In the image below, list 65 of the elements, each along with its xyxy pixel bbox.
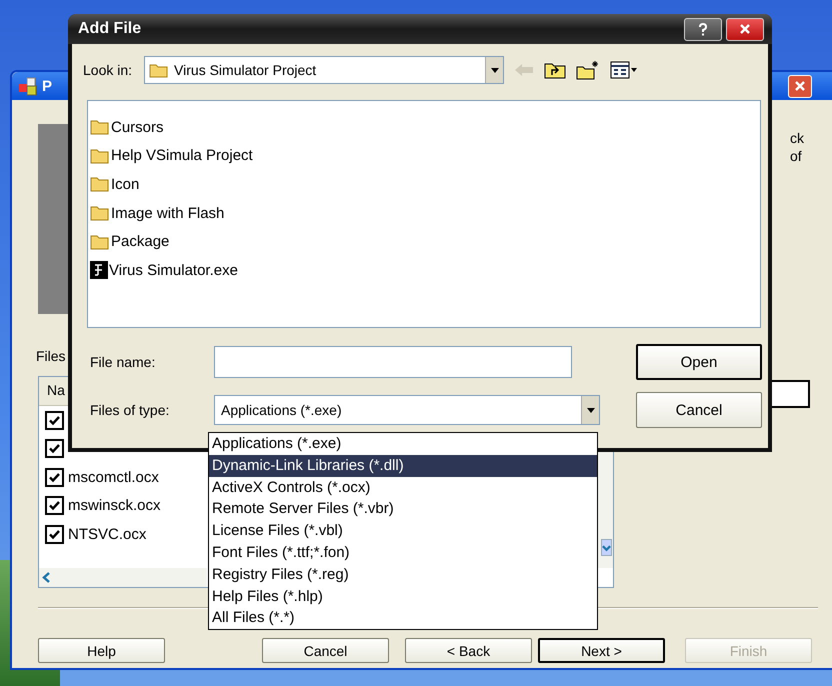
folder-icon (90, 205, 110, 222)
file-name-label: File name: (90, 354, 156, 370)
horizontal-scrollbar[interactable] (39, 568, 207, 587)
check-icon (48, 528, 61, 541)
scroll-down-button[interactable] (601, 539, 612, 556)
wizard-button[interactable]: Next > (538, 638, 665, 663)
check-icon (48, 470, 61, 484)
folder-icon (149, 62, 170, 78)
folder-icon (90, 148, 110, 164)
close-icon (739, 23, 751, 35)
up-folder-icon[interactable] (544, 61, 566, 79)
file-item[interactable]: Package (90, 227, 170, 256)
file-list[interactable]: Cursors Help VSimula Project Icon Image with Flash Package Virus Simulator.exe (87, 100, 761, 328)
file-type-option[interactable]: ActiveX Controls (*.ocx) (209, 476, 597, 498)
wizard-button[interactable]: < Back (405, 638, 532, 663)
check-icon (48, 442, 61, 456)
close-icon (794, 80, 806, 92)
file-type-option[interactable]: Registry Files (*.reg) (209, 564, 597, 586)
file-type-option[interactable]: Remote Server Files (*.vbr) (209, 498, 597, 520)
file-name: mscomctl.ocx (68, 468, 159, 486)
new-folder-icon[interactable] (576, 60, 600, 80)
program-icon (90, 261, 108, 280)
file-item[interactable]: Help VSimula Project (90, 142, 253, 170)
folder-icon (90, 176, 110, 192)
file-item[interactable]: Image with Flash (90, 198, 224, 228)
description-text: of (790, 147, 803, 165)
question-mark-icon (698, 22, 708, 36)
checkbox[interactable] (45, 468, 64, 487)
files-of-type-label: Files of type: (90, 402, 170, 418)
open-button[interactable]: Open (636, 344, 762, 380)
check-icon (48, 499, 61, 512)
file-type-dropdown[interactable]: Applications (*.exe) (214, 395, 600, 425)
checkbox[interactable] (45, 410, 64, 430)
files-label: Files (36, 348, 66, 364)
look-in-dropdown[interactable]: Virus Simulator Project (144, 56, 504, 84)
file-name: mswinsck.ocx (68, 497, 161, 514)
folder-icon (90, 119, 110, 136)
checkbox[interactable] (45, 524, 64, 544)
chevron-down-icon (602, 542, 611, 552)
file-item[interactable]: Cursors (90, 113, 164, 142)
cancel-button[interactable]: Cancel (636, 392, 762, 428)
checkbox[interactable] (45, 496, 64, 516)
window-title: P (42, 78, 52, 94)
check-icon (48, 414, 61, 427)
file-type-option[interactable]: Font Files (*.ttf;*.fon) (209, 542, 597, 564)
file-type-option[interactable]: Help Files (*.hlp) (209, 586, 597, 608)
file-name-field[interactable] (214, 346, 572, 378)
description-text: ck (790, 129, 804, 147)
file-name: NTSVC.ocx (68, 526, 146, 543)
help-button[interactable] (684, 18, 722, 40)
file-type-option[interactable]: License Files (*.vbl) (209, 520, 597, 542)
look-in-label: Look in: (83, 62, 132, 78)
checkbox[interactable] (45, 439, 64, 458)
cubes-icon (18, 76, 38, 96)
dialog-title: Add File (78, 20, 142, 38)
view-menu-icon[interactable] (610, 61, 638, 79)
file-type-option[interactable]: Applications (*.exe) (209, 433, 597, 455)
file-item[interactable]: Virus Simulator.exe (90, 256, 238, 285)
close-button[interactable] (726, 18, 764, 40)
file-type-option[interactable]: Dynamic-Link Libraries (*.dll) (209, 454, 597, 477)
file-type-option[interactable]: All Files (*.*) (209, 607, 597, 630)
wizard-button[interactable]: Cancel (262, 638, 389, 663)
file-item[interactable]: Icon (90, 170, 140, 199)
wizard-button[interactable]: Help (38, 638, 165, 663)
folder-icon (90, 234, 110, 250)
